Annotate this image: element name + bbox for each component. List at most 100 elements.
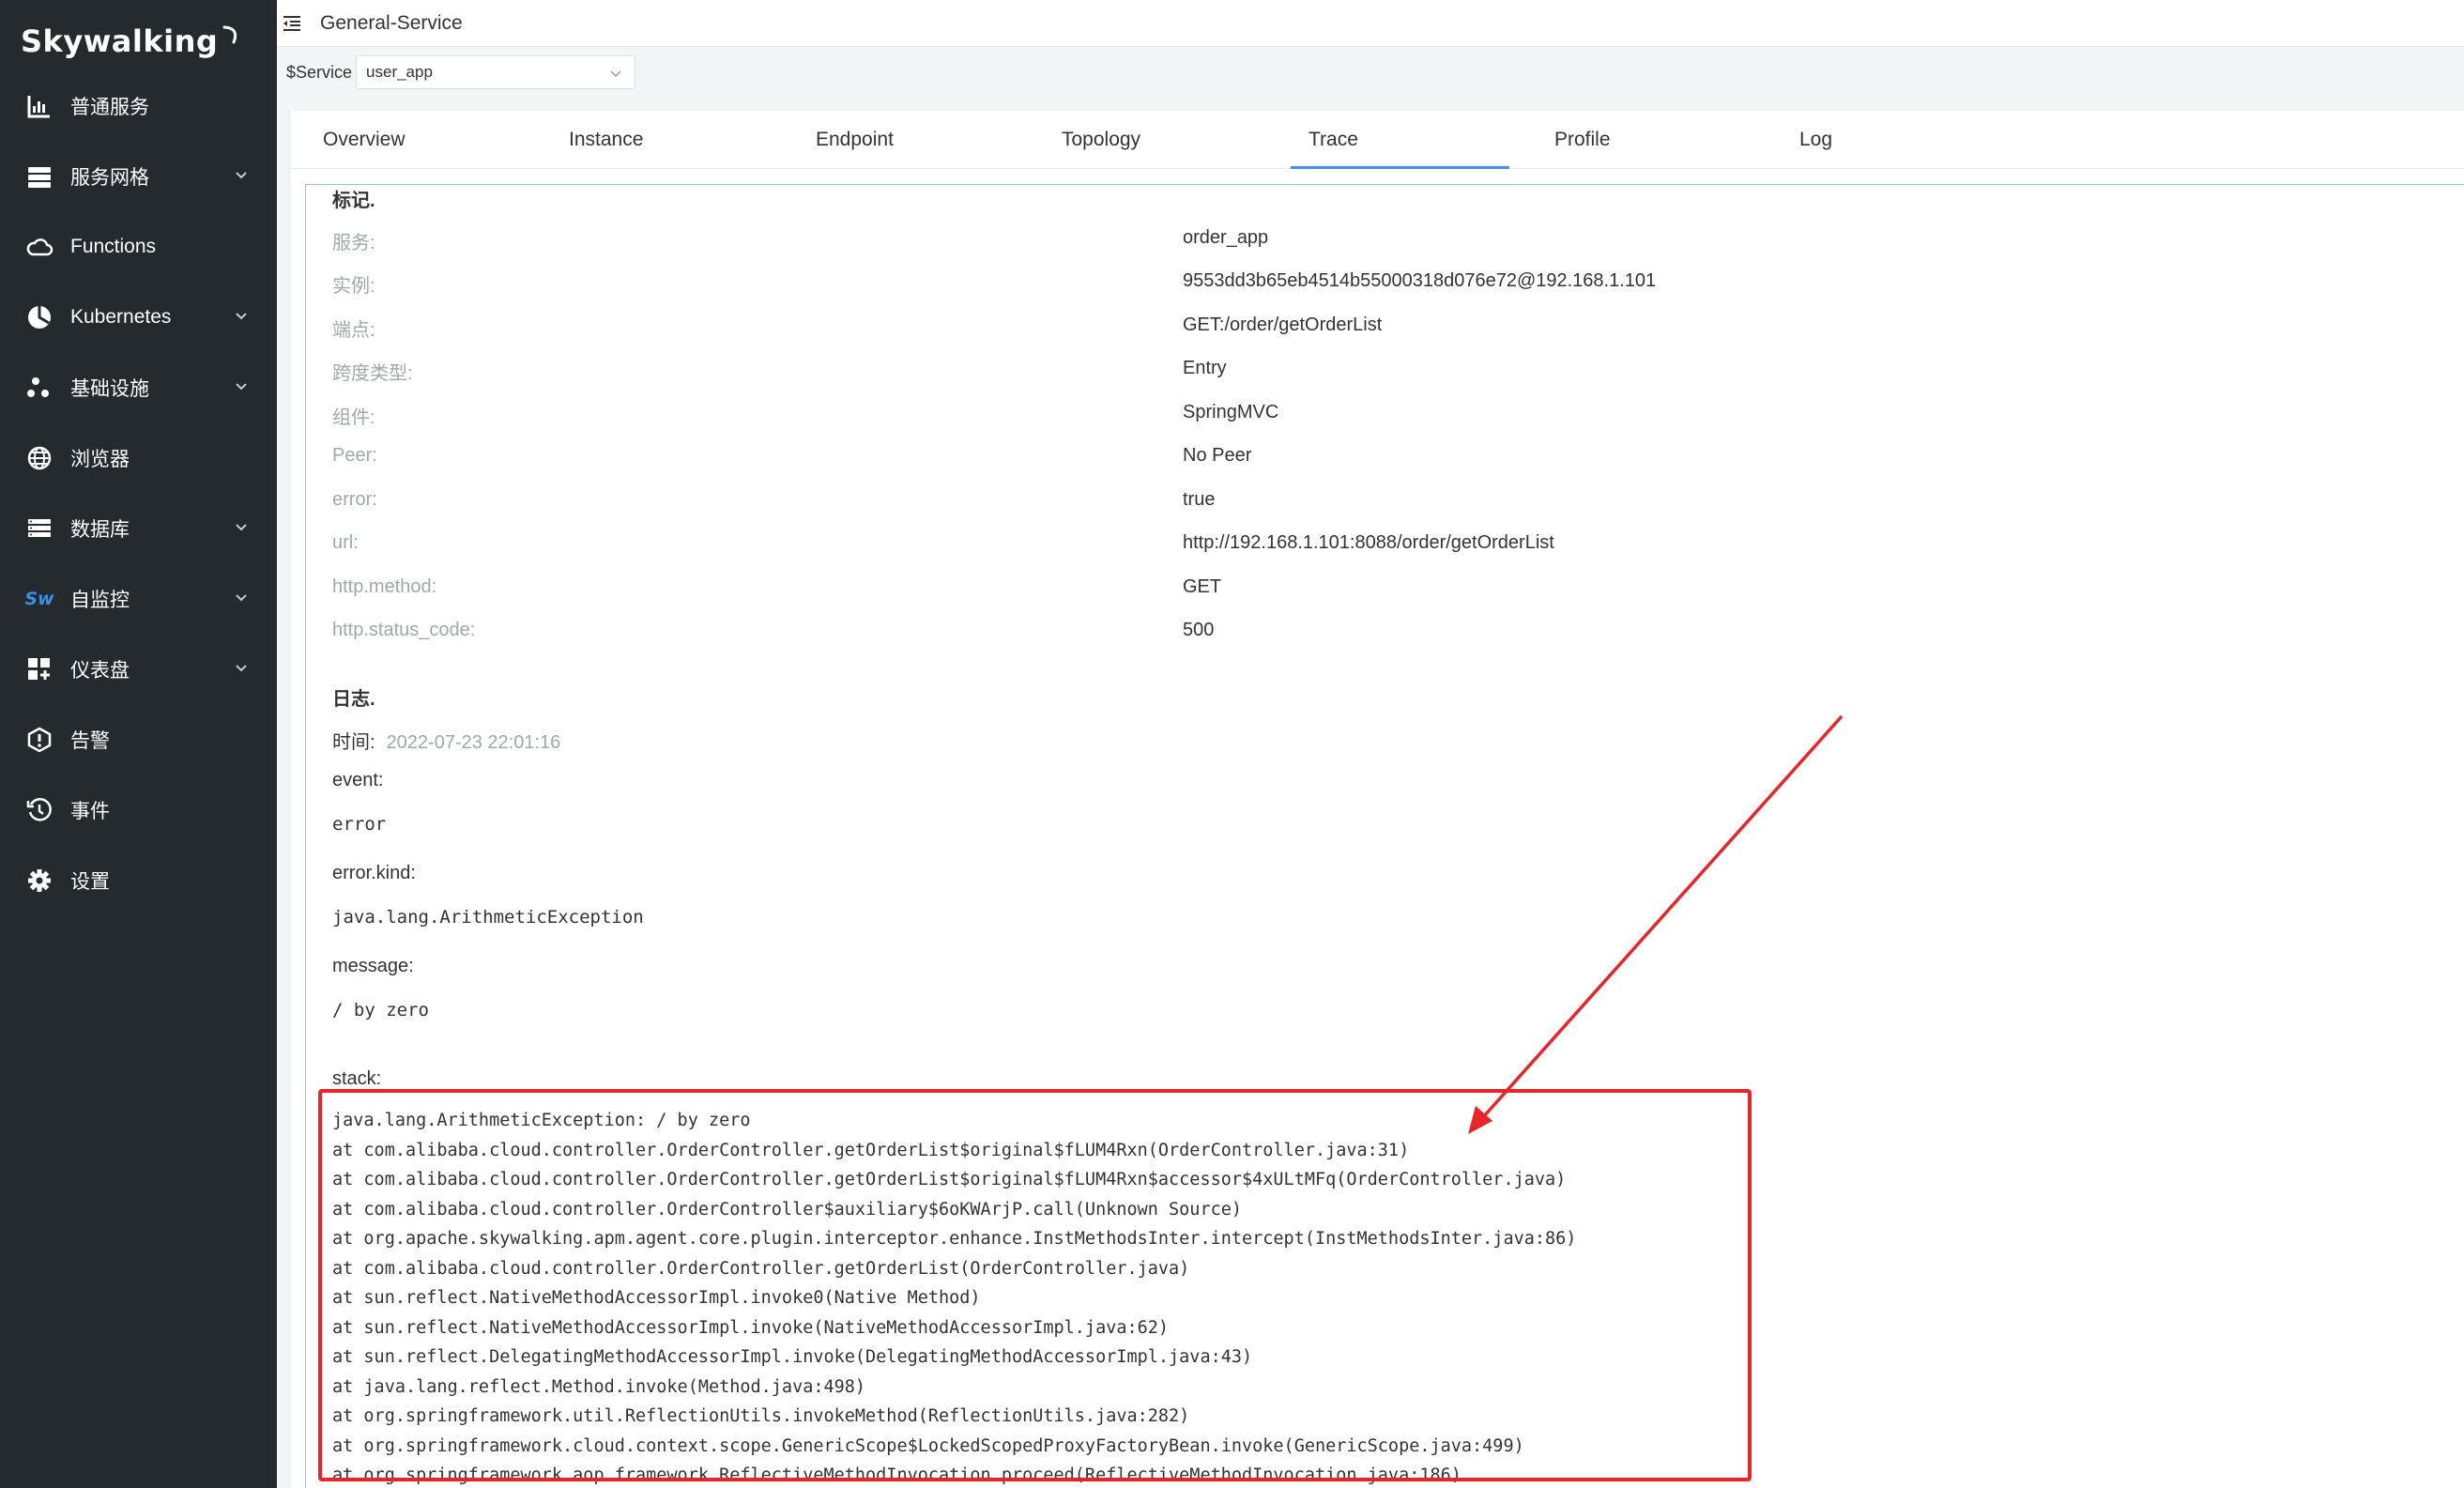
sidebar-item-dashboard[interactable]: 仪表盘 — [0, 634, 277, 704]
gear-icon — [23, 864, 56, 897]
globe-icon — [23, 441, 56, 475]
log-message-value: / by zero — [332, 1000, 429, 1020]
tag-value: true — [1183, 489, 1216, 510]
logo-swoosh-icon — [222, 25, 237, 44]
stack-line: at java.lang.reflect.Method.invoke(Metho… — [332, 1377, 866, 1397]
tag-value: GET — [1183, 576, 1222, 597]
tag-key: 跨度类型: — [332, 363, 413, 384]
tab-overview[interactable]: Overview — [323, 111, 406, 169]
sidebar-item-label: 告警 — [70, 729, 110, 752]
tab-profile[interactable]: Profile — [1554, 111, 1611, 169]
stack-line: at com.alibaba.cloud.controller.OrderCon… — [332, 1141, 1410, 1160]
tag-value: 500 — [1183, 620, 1215, 640]
logo-text: Skywalking — [21, 23, 219, 59]
tag-key: http.status_code: — [332, 620, 476, 640]
sidebar-item-event[interactable]: 事件 — [0, 775, 277, 845]
tab-instance[interactable]: Instance — [569, 111, 643, 169]
sidebar-item-browser[interactable]: 浏览器 — [0, 422, 277, 493]
sidebar-item-alarm[interactable]: 告警 — [0, 704, 277, 775]
nodes-icon — [23, 371, 56, 405]
dashboard-icon — [23, 652, 56, 686]
sidebar-item-label: 事件 — [70, 800, 110, 822]
sw-icon: Sw — [23, 582, 56, 616]
tag-key: 端点: — [332, 320, 375, 341]
chevron-down-icon — [236, 383, 247, 391]
tab-trace[interactable]: Trace — [1309, 111, 1358, 169]
sidebar-item-label: 服务网格 — [70, 166, 149, 189]
chevron-down-icon — [236, 524, 247, 531]
tag-key: url: — [332, 532, 359, 553]
tag-value: http://192.168.1.101:8088/order/getOrder… — [1183, 532, 1554, 553]
sidebar-item-label: Kubernetes — [70, 305, 172, 328]
tag-value: order_app — [1183, 227, 1269, 248]
stack-line: at org.springframework.util.ReflectionUt… — [332, 1406, 1190, 1426]
service-label: $Service — [286, 62, 353, 82]
stack-line: at org.springframework.aop.framework.Ref… — [332, 1465, 1462, 1485]
tag-value: SpringMVC — [1183, 402, 1279, 422]
tag-value: GET:/order/getOrderList — [1183, 314, 1383, 335]
logs-section-title: 日志. — [332, 689, 375, 710]
service-selector-row: $Service user_app — [277, 49, 2464, 96]
page-title: General-Service — [320, 11, 463, 34]
log-event-value: error — [332, 814, 387, 835]
chevron-down-icon — [236, 313, 247, 320]
sidebar-item-general-service[interactable]: 普通服务 — [0, 70, 277, 141]
tag-value: Entry — [1183, 358, 1227, 378]
chevron-down-icon — [236, 665, 247, 672]
tab-bar: Overview Instance Endpoint Topology Trac… — [290, 111, 2464, 169]
tab-endpoint[interactable]: Endpoint — [816, 111, 894, 169]
tab-log[interactable]: Log — [1799, 111, 1832, 169]
sidebar-item-infrastructure[interactable]: 基础设施 — [0, 352, 277, 422]
tag-key: 实例: — [332, 276, 375, 297]
service-select[interactable]: user_app — [356, 55, 636, 89]
tag-key: 服务: — [332, 233, 375, 253]
sidebar-item-kubernetes[interactable]: Kubernetes — [0, 282, 277, 352]
sidebar-item-settings[interactable]: 设置 — [0, 845, 277, 915]
service-select-value: user_app — [366, 63, 433, 81]
log-message-label: message: — [332, 956, 414, 976]
span-detail: 标记. 服务: order_app 实例: 9553dd3b65eb4514b5… — [305, 184, 2464, 1488]
sidebar-item-label: 普通服务 — [70, 96, 149, 118]
tag-value: 9553dd3b65eb4514b55000318d076e72@192.168… — [1183, 270, 1657, 291]
sidebar-item-functions[interactable]: Functions — [0, 211, 277, 282]
skywalking-logo[interactable]: Skywalking — [21, 13, 241, 69]
sidebar-item-self-monitoring[interactable]: Sw 自监控 — [0, 563, 277, 634]
sidebar-item-service-mesh[interactable]: 服务网格 — [0, 141, 277, 211]
bar-chart-icon — [23, 89, 56, 123]
log-time-label: 时间: — [332, 732, 375, 753]
menu-fold-icon[interactable] — [281, 12, 303, 35]
sidebar-item-label: Functions — [70, 235, 157, 257]
stack-line: java.lang.ArithmeticException: / by zero — [332, 1111, 751, 1130]
sidebar-item-label: 浏览器 — [70, 448, 130, 470]
stack-line: at sun.reflect.NativeMethodAccessorImpl.… — [332, 1288, 981, 1308]
stack-line: at com.alibaba.cloud.controller.OrderCon… — [332, 1170, 1567, 1189]
database-icon — [23, 512, 56, 545]
stack-line: at sun.reflect.DelegatingMethodAccessorI… — [332, 1347, 1253, 1367]
alert-icon — [23, 723, 56, 757]
tab-topology[interactable]: Topology — [1062, 111, 1140, 169]
chevron-down-icon — [610, 70, 621, 78]
sidebar-item-label: 仪表盘 — [70, 659, 130, 682]
stack-line: at com.alibaba.cloud.controller.OrderCon… — [332, 1259, 1190, 1279]
event-icon — [23, 793, 56, 827]
stack-line: at com.alibaba.cloud.controller.OrderCon… — [332, 1200, 1243, 1220]
chevron-down-icon — [236, 594, 247, 602]
sw-glyph: Sw — [24, 588, 54, 609]
main-panel: Overview Instance Endpoint Topology Trac… — [289, 111, 2464, 1488]
tag-key: error: — [332, 489, 377, 510]
log-stack-label: stack: — [332, 1068, 382, 1089]
sidebar: Skywalking 普通服务 服务网格 Functions Kubernete… — [0, 0, 277, 1488]
sidebar-item-label: 自监控 — [70, 589, 130, 611]
active-tab-indicator — [1291, 166, 1509, 169]
tags-section-title: 标记. — [332, 191, 375, 211]
tag-key: http.method: — [332, 576, 437, 597]
stack-icon — [23, 160, 56, 193]
log-time: 时间: 2022-07-23 22:01:16 — [332, 727, 560, 754]
sidebar-item-label: 设置 — [70, 870, 110, 893]
tag-value: No Peer — [1183, 445, 1252, 466]
log-kind-label: error.kind: — [332, 863, 416, 883]
sidebar-item-label: 数据库 — [70, 518, 130, 541]
sidebar-item-database[interactable]: 数据库 — [0, 493, 277, 563]
stack-line: at org.apache.skywalking.apm.agent.core.… — [332, 1229, 1577, 1249]
tag-key: Peer: — [332, 445, 377, 466]
